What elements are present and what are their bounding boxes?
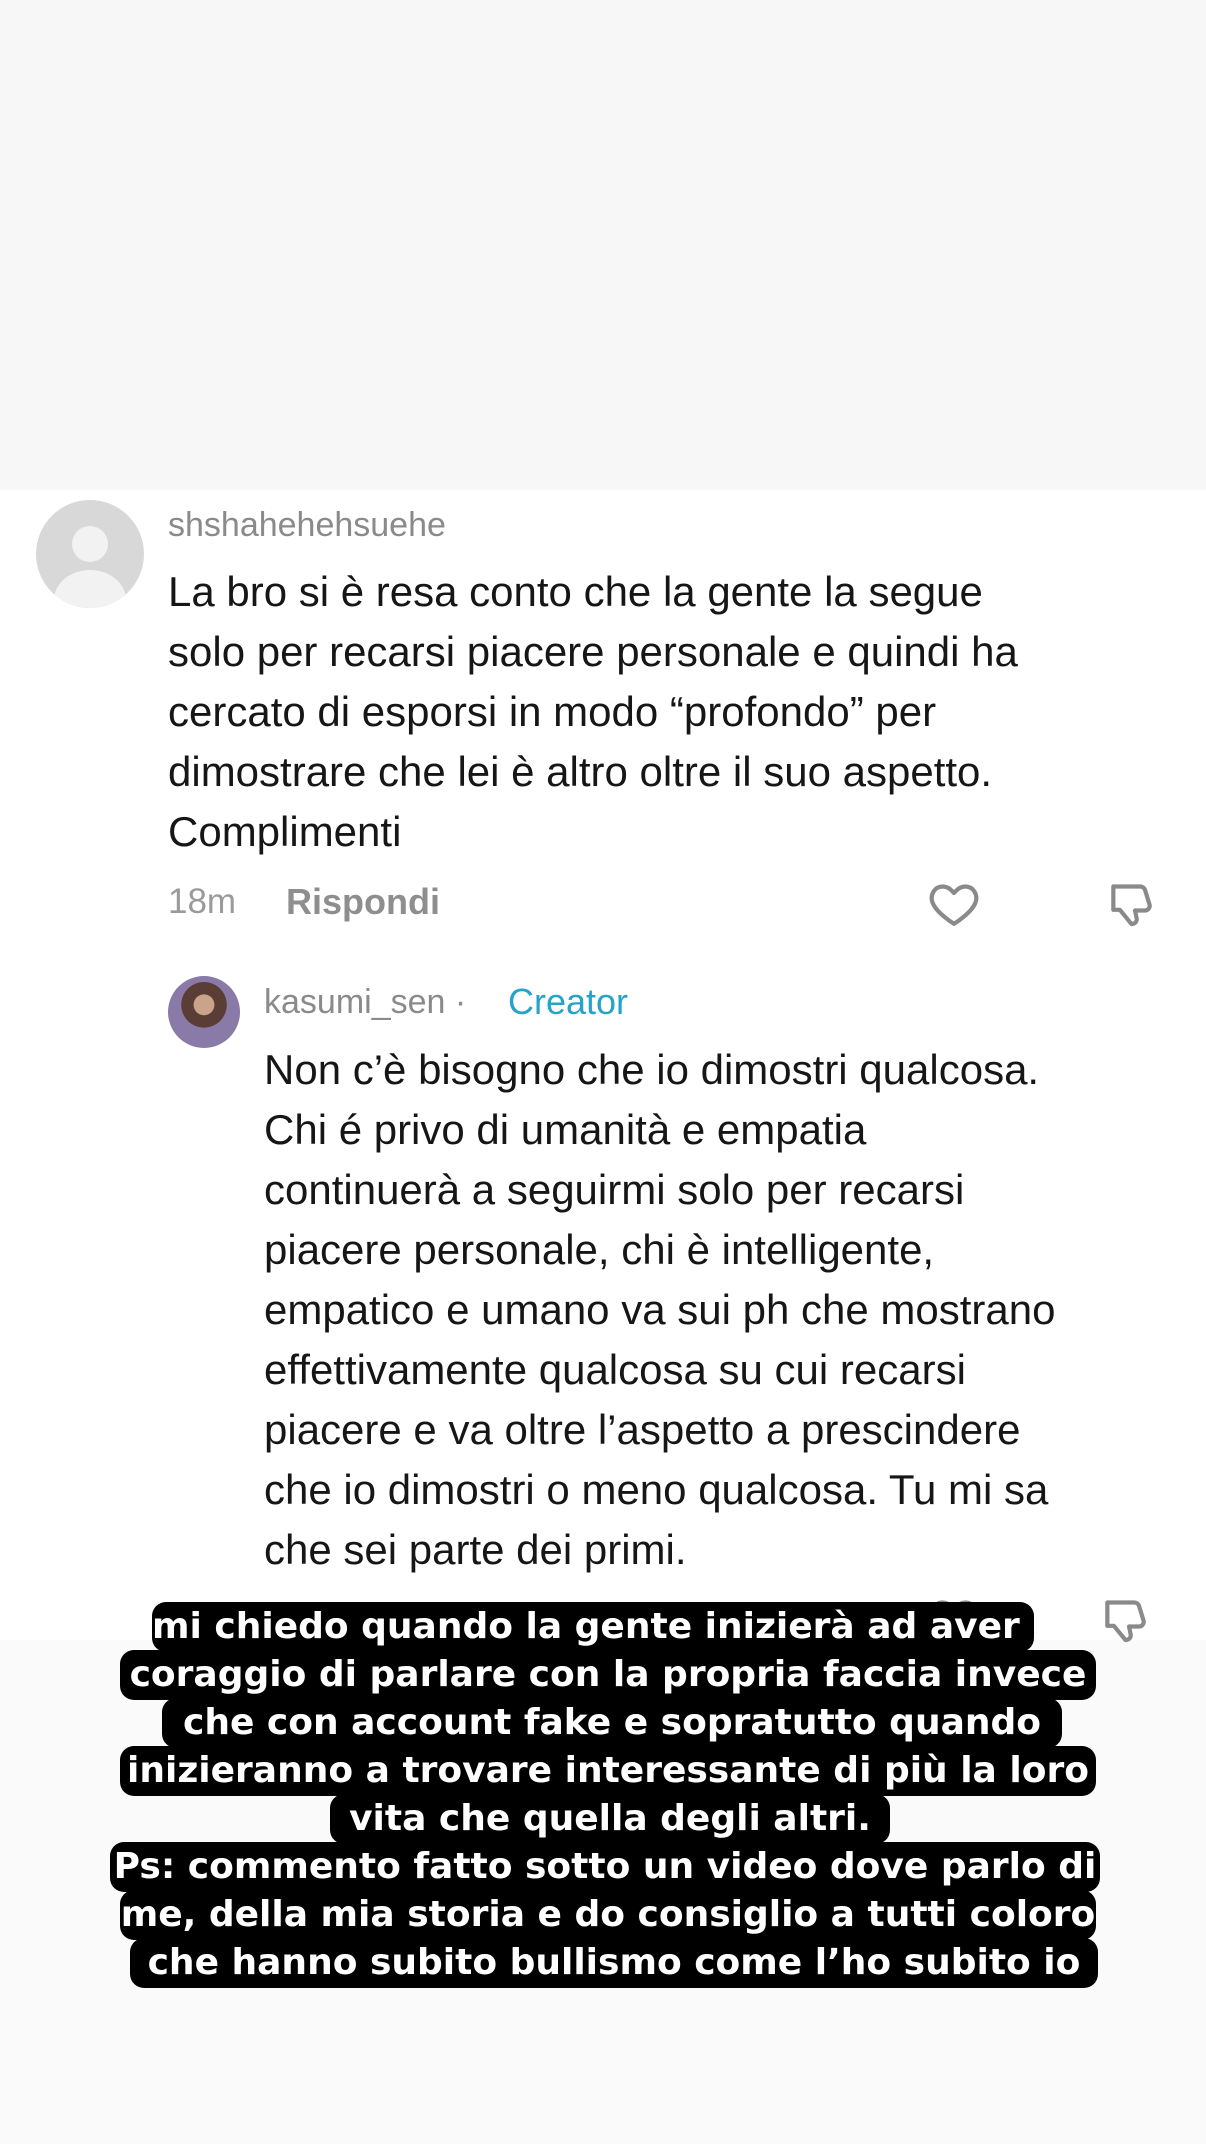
reply-username-text: kasumi_sen: [264, 983, 446, 1021]
overlay-line: vita che quella degli altri.: [330, 1794, 890, 1844]
overlay-line: mi chiedo quando la gente inizierà ad av…: [152, 1602, 1057, 1652]
heart-outline-icon[interactable]: [926, 876, 982, 932]
overlay-line: inizieranno a trovare interessante di pi…: [120, 1746, 1096, 1796]
creator-badge: Creator: [508, 981, 629, 1022]
reply-text: Non c’è bisogno che io dimostri qualcosa…: [264, 1046, 1056, 1573]
reply-button[interactable]: Rispondi: [286, 881, 440, 923]
thumbs-down-icon[interactable]: [1098, 1592, 1154, 1648]
overlay-line: me, della mia storia e do consiglio a tu…: [120, 1890, 1096, 1940]
comment-username[interactable]: shshahehehsuehe: [168, 506, 446, 545]
overlay-line: Ps: commento fatto sotto un video dove p…: [110, 1842, 1100, 1892]
avatar-head-shape: [72, 526, 108, 562]
creator-avatar[interactable]: [168, 976, 240, 1048]
comment-timestamp: 18m: [168, 882, 237, 921]
overlay-line: che hanno subito bullismo come l’ho subi…: [130, 1938, 1098, 1988]
avatar-default[interactable]: [36, 500, 144, 608]
comment-text: La bro si è resa conto che la gente la s…: [168, 568, 1018, 855]
avatar-body-shape: [54, 570, 126, 608]
video-area-blank: [0, 0, 1206, 490]
reply-username[interactable]: kasumi_sen ·: [264, 983, 466, 1022]
overlay-line: che con account fake e sopratutto quando: [162, 1698, 1062, 1748]
username-separator: ·: [454, 983, 467, 1021]
overlay-line: coraggio di parlare con la propria facci…: [120, 1650, 1096, 1700]
thumbs-down-icon[interactable]: [1104, 876, 1160, 932]
